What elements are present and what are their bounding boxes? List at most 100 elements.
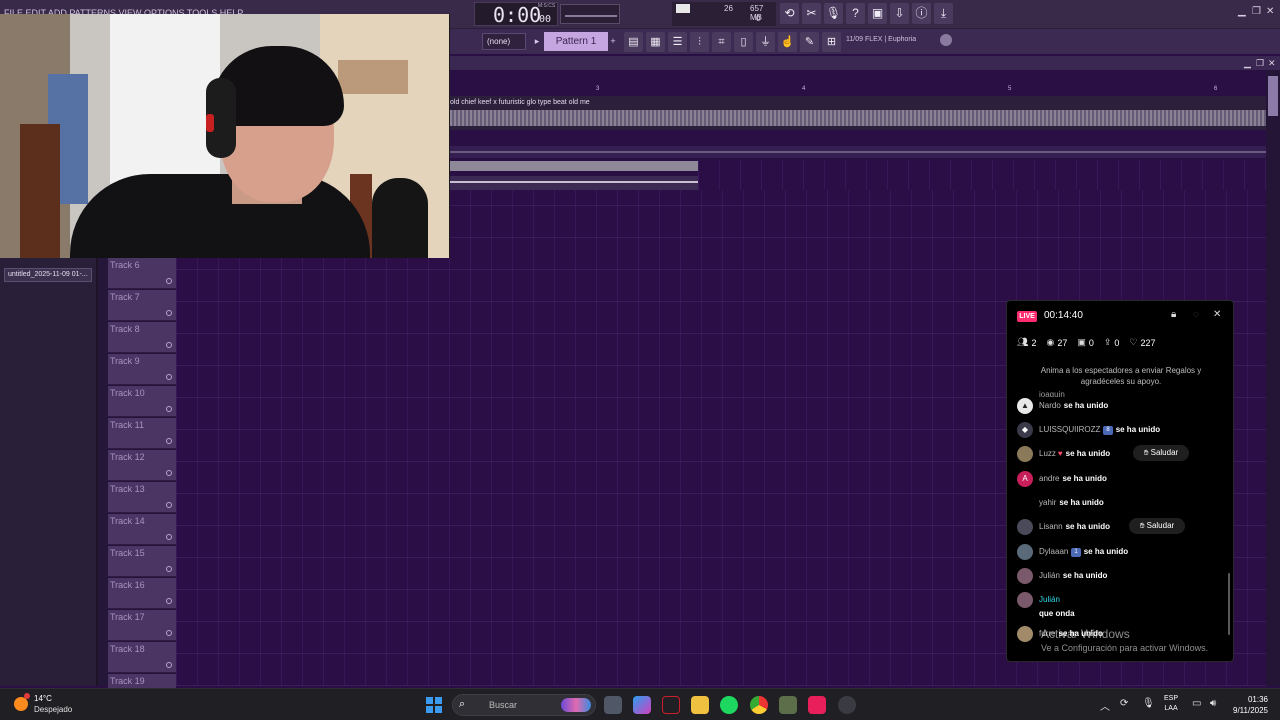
playlist-icon[interactable]: ▤ <box>624 32 643 52</box>
avatar[interactable]: A <box>1017 471 1033 487</box>
avatar[interactable] <box>1017 495 1033 511</box>
track-header[interactable]: Track 14 <box>108 514 176 545</box>
preset-news[interactable]: 11/09 FLEX | Euphoria <box>846 36 916 43</box>
track-mute-icon[interactable] <box>166 502 172 508</box>
tools-icon[interactable]: ✂ <box>802 3 821 24</box>
download-icon[interactable]: ⤓ <box>934 3 953 24</box>
weather-icon[interactable] <box>14 697 28 711</box>
undo-history-icon[interactable]: ⟲ <box>780 3 799 24</box>
close-icon[interactable]: ✕ <box>1266 6 1274 17</box>
saludar-button[interactable]: ✋︎ Saludar <box>1133 445 1189 461</box>
pattern-selector[interactable]: Pattern 1 <box>544 32 608 51</box>
tray-chevron-icon[interactable]: ︿ <box>1100 698 1110 713</box>
volume-icon[interactable]: 🔊︎ <box>1210 698 1216 709</box>
network-activity-icon[interactable]: ⟳ <box>1120 698 1128 709</box>
timeline-ruler[interactable]: 3 4 5 6 <box>450 86 1266 96</box>
mic-icon[interactable]: 🎙 <box>824 3 843 24</box>
taskbar-search[interactable]: ⌕ Buscar <box>452 694 596 716</box>
track-mute-icon[interactable] <box>166 374 172 380</box>
song-time-display[interactable]: 0:00 M:S:CS 00 <box>474 2 558 27</box>
obs-icon[interactable] <box>838 696 856 714</box>
saludar-button[interactable]: ✋︎ Saludar <box>1129 518 1185 534</box>
pattern-clip[interactable] <box>450 161 698 171</box>
track-mute-icon[interactable] <box>166 438 172 444</box>
temperature[interactable]: 14°C <box>34 694 52 703</box>
brush-icon[interactable]: ✎ <box>800 32 819 52</box>
username[interactable]: Dylaaan <box>1039 547 1068 556</box>
track-header[interactable]: Track 10 <box>108 386 176 417</box>
avatar[interactable]: ◆ <box>1017 422 1033 438</box>
automation-lane[interactable] <box>450 146 1266 158</box>
cart-icon[interactable]: ⊞ <box>822 32 841 52</box>
help-icon[interactable]: ? <box>846 3 865 24</box>
playlist-close-icon[interactable]: ✕ <box>1268 58 1276 69</box>
track-mute-icon[interactable] <box>166 470 172 476</box>
touch-icon[interactable]: ☝ <box>778 32 797 52</box>
username[interactable]: Nardo <box>1039 401 1061 410</box>
track-header[interactable]: Track 11 <box>108 418 176 449</box>
username[interactable]: Lisann <box>1039 522 1063 531</box>
track-mute-icon[interactable] <box>166 598 172 604</box>
avatar[interactable] <box>1017 568 1033 584</box>
track-mute-icon[interactable] <box>166 630 172 636</box>
track-mute-icon[interactable] <box>166 278 172 284</box>
avatar[interactable] <box>1017 626 1033 642</box>
minimize-icon[interactable]: ▁ <box>1238 6 1246 17</box>
playlist-maximize-icon[interactable]: ❐ <box>1256 58 1264 69</box>
track-mute-icon[interactable] <box>166 662 172 668</box>
username[interactable]: LUISSQUIIROZZ <box>1039 425 1100 434</box>
track-header[interactable]: Track 17 <box>108 610 176 641</box>
pattern-prev-icon[interactable]: ▸ <box>532 34 542 49</box>
audio-clip-small[interactable] <box>450 176 698 190</box>
username[interactable]: andre <box>1039 474 1059 483</box>
avatar[interactable] <box>1017 519 1033 535</box>
plug-icon[interactable]: ⏚ <box>756 32 775 52</box>
playlist-scrollbar[interactable] <box>1266 70 1280 686</box>
avatar[interactable] <box>1017 446 1033 462</box>
audio-clip[interactable]: old chief keef x futuristic glo type bea… <box>450 96 1266 130</box>
display-icon[interactable]: ▭ <box>1192 698 1201 709</box>
username[interactable]: yahir <box>1039 498 1056 507</box>
live-feed[interactable]: joaquin ▲ Nardo se ha unido ◆ LUISSQUIIRO… <box>1007 389 1233 661</box>
track-header[interactable]: Track 15 <box>108 546 176 577</box>
language-indicator[interactable]: ESP LAA <box>1164 694 1178 714</box>
playlist-minimize-icon[interactable]: ▁ <box>1244 58 1251 69</box>
copilot-icon[interactable] <box>633 696 651 714</box>
track-mute-icon[interactable] <box>166 566 172 572</box>
windows-start-icon[interactable] <box>426 697 442 713</box>
lock-icon[interactable]: 🔒︎ <box>1171 309 1176 320</box>
microphone-icon[interactable]: 🎙︎ <box>1142 698 1155 709</box>
file-explorer-icon[interactable] <box>691 696 709 714</box>
track-header[interactable]: Track 16 <box>108 578 176 609</box>
piano-roll-icon[interactable]: ▦ <box>646 32 665 52</box>
browser-icon[interactable]: ⌗ <box>712 32 731 52</box>
save-icon[interactable]: ▣ <box>868 3 887 24</box>
track-header[interactable]: Track 6 <box>108 258 176 289</box>
track-header[interactable]: Track 7 <box>108 290 176 321</box>
track-header[interactable]: Track 18 <box>108 642 176 673</box>
track-header[interactable]: Track 8 <box>108 322 176 353</box>
mixer-icon[interactable]: ⫶ <box>690 32 709 52</box>
spotify-icon[interactable] <box>720 696 738 714</box>
app-icon[interactable] <box>662 696 680 714</box>
plugin-icon[interactable]: ▯ <box>734 32 753 52</box>
track-header[interactable]: Track 12 <box>108 450 176 481</box>
restore-icon[interactable]: ❐ <box>1252 6 1261 17</box>
track-mute-icon[interactable] <box>166 310 172 316</box>
track-header[interactable]: Track 9 <box>108 354 176 385</box>
track-header[interactable]: Track 13 <box>108 482 176 513</box>
export-icon[interactable]: ⇩ <box>890 3 909 24</box>
fl-studio-icon[interactable] <box>779 696 797 714</box>
task-view-icon[interactable] <box>604 696 622 714</box>
avatar[interactable] <box>1017 544 1033 560</box>
chat-username[interactable]: Julián <box>1039 595 1060 604</box>
close-icon[interactable]: ✕ <box>1213 309 1221 320</box>
chrome-icon[interactable] <box>750 696 768 714</box>
weather-condition[interactable]: Despejado <box>34 705 72 714</box>
info-icon[interactable]: ⓘ <box>912 3 931 24</box>
track-mute-icon[interactable] <box>166 342 172 348</box>
tiktok-icon[interactable] <box>808 696 826 714</box>
scroll-thumb[interactable] <box>1268 76 1278 116</box>
browser-file-item[interactable]: untitled_2025-11-09 01-... <box>4 268 92 282</box>
feed-scrollbar[interactable] <box>1228 573 1230 635</box>
